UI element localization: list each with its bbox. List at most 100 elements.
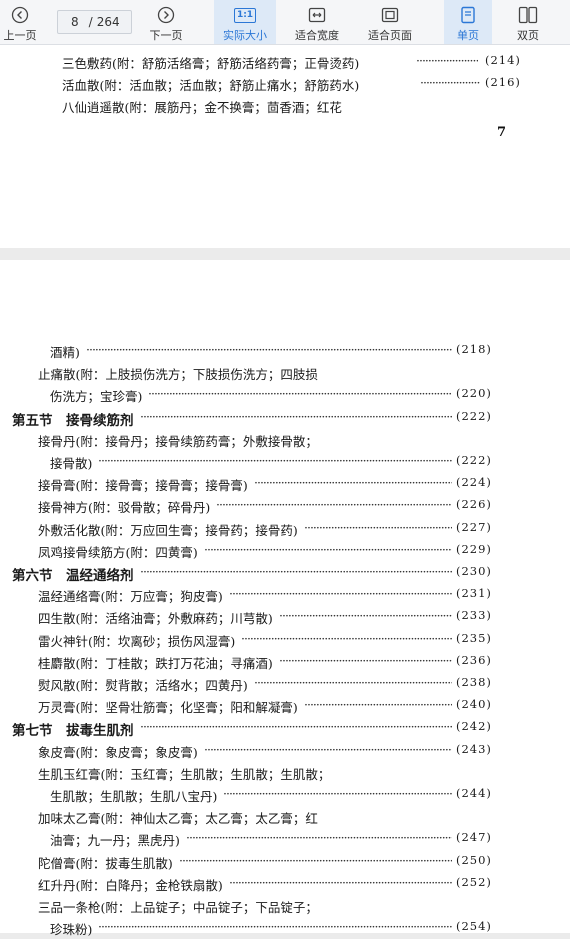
toc-line: 接骨膏(附：接骨膏；接骨膏；接骨膏) ······················… (0, 473, 570, 495)
toc-leader-dots: ········································… (304, 697, 452, 713)
toc-page-ref: (244) (456, 786, 492, 800)
toc-leader-dots: ········································… (241, 630, 452, 646)
toc-line: 三色敷药(附：舒筋活络膏；舒筋活络药膏；正骨烫药) ··············… (0, 51, 570, 73)
toc-page-ref: (222) (456, 453, 492, 467)
toc-line: 生肌散；生肌散；生肌八宝丹) ··························… (0, 784, 570, 806)
toc-line: 四生散(附：活络油膏；外敷麻药；川芎散) ····················… (0, 606, 570, 628)
toc-section-line: 第六节 温经通络剂 ·······························… (0, 562, 570, 584)
toc-entry-text: 三品一条枪(附：上品锭子；中品锭子；下品锭子； (38, 900, 318, 915)
total-pages: 264 (96, 15, 120, 29)
toc-page-ref: (216) (485, 75, 521, 89)
actual-size-icon: 1:1 (233, 4, 257, 26)
toc-leader-dots: ········································… (254, 475, 452, 491)
chevron-right-circle-icon (157, 4, 175, 26)
toc-leader-dots: ········································… (304, 519, 452, 535)
toc-leader-dots: ········································… (148, 386, 452, 402)
toc-line: 接骨丹(附：接骨丹；接骨续筋药膏；外敷接骨散； (0, 429, 570, 451)
toc-entry-text: 三色敷药(附：舒筋活络膏；舒筋活络药膏；正骨烫药) (62, 56, 360, 71)
toc-entry-text: 珍珠粉) (50, 922, 93, 938)
toc-line: 加味太乙膏(附：神仙太乙膏；太乙膏；太乙膏；红 (0, 806, 570, 828)
toc-section-line: 第五节 接骨续筋剂 ·······························… (0, 407, 570, 429)
toc-line: 活血散(附：活血散；活血散；舒筋止痛水；舒筋药水) ··············… (0, 73, 570, 95)
prev-page-label: 上一页 (3, 29, 37, 42)
toc-entry-text: 象皮膏(附：象皮膏；象皮膏) (38, 744, 198, 760)
toc-leader-dots: ········································… (279, 608, 452, 624)
toc-page-ref: (214) (485, 53, 521, 67)
toc-line: 熨风散(附：熨背散；活络水；四黄丹) ······················… (0, 673, 570, 695)
fit-width-button[interactable]: 适合宽度 (286, 0, 348, 44)
toc-page-ref: (240) (456, 697, 492, 712)
toc-section-title: 第七节 拔毒生肌剂 (12, 723, 134, 740)
next-page-button[interactable]: 下一页 (144, 0, 188, 44)
chevron-left-circle-icon (11, 4, 29, 26)
single-page-button[interactable]: 单页 (444, 0, 492, 44)
fit-width-icon (308, 4, 326, 26)
toc-line: 万灵膏(附：坚骨壮筋膏；化坚膏；阳和解凝膏) ··················… (0, 695, 570, 717)
toc-line: 珍珠粉) ····································… (0, 917, 570, 939)
toc-line: 象皮膏(附：象皮膏；象皮膏) ··························… (0, 740, 570, 762)
toc-page-ref: (230) (456, 564, 492, 578)
toc-leader-dots: ········································… (140, 564, 452, 579)
toc-line: 三品一条枪(附：上品锭子；中品锭子；下品锭子； (0, 895, 570, 917)
document-page-7: 三色敷药(附：舒筋活络膏；舒筋活络药膏；正骨烫药) ··············… (0, 45, 570, 248)
toc-line: 生肌玉红膏(附：玉红膏；生肌散；生肌散；生肌散； (0, 762, 570, 784)
toc-page-ref: (238) (456, 675, 492, 689)
actual-size-button[interactable]: 1:1 实际大小 (214, 0, 276, 44)
toc-line: 酒精) ·····································… (0, 340, 570, 362)
fit-page-icon (381, 4, 399, 26)
toc-leader-dots: ········································… (98, 919, 452, 935)
toc-page-ref: (226) (456, 497, 492, 512)
toc-entry-text: 伤洗方；宝珍膏) (50, 389, 143, 405)
toc-entry-text: 活血散(附：活血散；活血散；舒筋止痛水；舒筋药水) (62, 78, 360, 93)
toc-page-ref: (243) (456, 741, 492, 756)
toc-leader-dots: ········································… (229, 874, 452, 890)
toc-page-ref: (222) (456, 408, 492, 423)
toc-page-ref: (231) (456, 586, 492, 601)
toc-entry-text: 温经通络膏(附：万应膏；狗皮膏) (38, 589, 223, 605)
toc-page-ref: (252) (456, 874, 492, 889)
toc-page-ref: (220) (456, 386, 492, 401)
toc-page-ref: (247) (456, 830, 492, 845)
toc-entry-text: 接骨散) (50, 456, 93, 471)
toc-leader-dots: ········································… (186, 830, 452, 846)
fit-page-button[interactable]: 适合页面 (359, 0, 421, 44)
toc-line: 止痛散(附：上肢损伤洗方；下肢损伤洗方；四肢损 (0, 362, 570, 384)
toc-section-line: 第七节 拔毒生肌剂 ·······························… (0, 717, 570, 739)
prev-page-button[interactable]: 上一页 (0, 0, 40, 44)
toc-line: 雷火神针(附：坎离砂；损伤风湿膏) ·······················… (0, 629, 570, 651)
toc-page-ref: (224) (456, 475, 492, 490)
toc-entry-text: 陀僧膏(附：拔毒生肌散) (38, 855, 173, 871)
single-page-label: 单页 (457, 29, 479, 42)
toc-line: 接骨神方(附：驳骨散；碎骨丹) ·························… (0, 495, 570, 517)
toc-leader-dots: ········································… (216, 497, 452, 513)
toc-line: 凤鸡接骨续筋方(附：四黄膏) ··························… (0, 540, 570, 562)
current-page-input[interactable]: 8 (71, 15, 79, 29)
single-page-icon (460, 4, 476, 26)
toc-entry-text: 生肌玉红膏(附：玉红膏；生肌散；生肌散；生肌散； (38, 766, 331, 782)
toc-entry-text: 四生散(附：活络油膏；外敷麻药；川芎散) (38, 611, 273, 627)
toc-entry-text: 接骨丹(附：接骨丹；接骨续筋药膏；外敷接骨散； (38, 433, 318, 449)
toc-page-ref: (233) (456, 608, 492, 623)
toc-page-ref: (235) (456, 630, 492, 645)
toc-leader-dots: ········································… (204, 541, 452, 557)
toc-leader-dots: ········································… (279, 652, 452, 668)
toc-entry-text: 熨风散(附：熨背散；活络水；四黄丹) (38, 678, 248, 693)
toc-page-ref: (236) (456, 652, 492, 667)
toc-page-ref: (254) (456, 919, 492, 934)
toc-leader-dots: ········································… (254, 675, 452, 690)
toc-entry-text: 止痛散(附：上肢损伤洗方；下肢损伤洗方；四肢损 (38, 367, 318, 383)
double-page-label: 双页 (517, 29, 539, 42)
toc-page-ref: (250) (456, 852, 492, 867)
double-page-icon (518, 4, 538, 26)
toc-leader-dots: ········································… (229, 586, 452, 602)
toc-leader-dots: ········································… (140, 719, 452, 735)
toc-line: 陀僧膏(附：拔毒生肌散) ····························… (0, 851, 570, 873)
toc-page-ref: (242) (456, 719, 492, 734)
toc-leader-dots: ········································… (204, 741, 452, 757)
double-page-button[interactable]: 双页 (504, 0, 552, 44)
toc-entry-text: 外敷活化散(附：万应回生膏；接骨药；接骨药) (38, 522, 298, 538)
toc-section-title: 第五节 接骨续筋剂 (12, 412, 134, 429)
toc-section-title: 第六节 温经通络剂 (12, 568, 134, 584)
toc-line: 八仙逍遥散(附：展筋丹；金不换膏；茴香酒；红花 (0, 95, 570, 117)
document-page-8: 酒精) ·····································… (0, 260, 570, 937)
